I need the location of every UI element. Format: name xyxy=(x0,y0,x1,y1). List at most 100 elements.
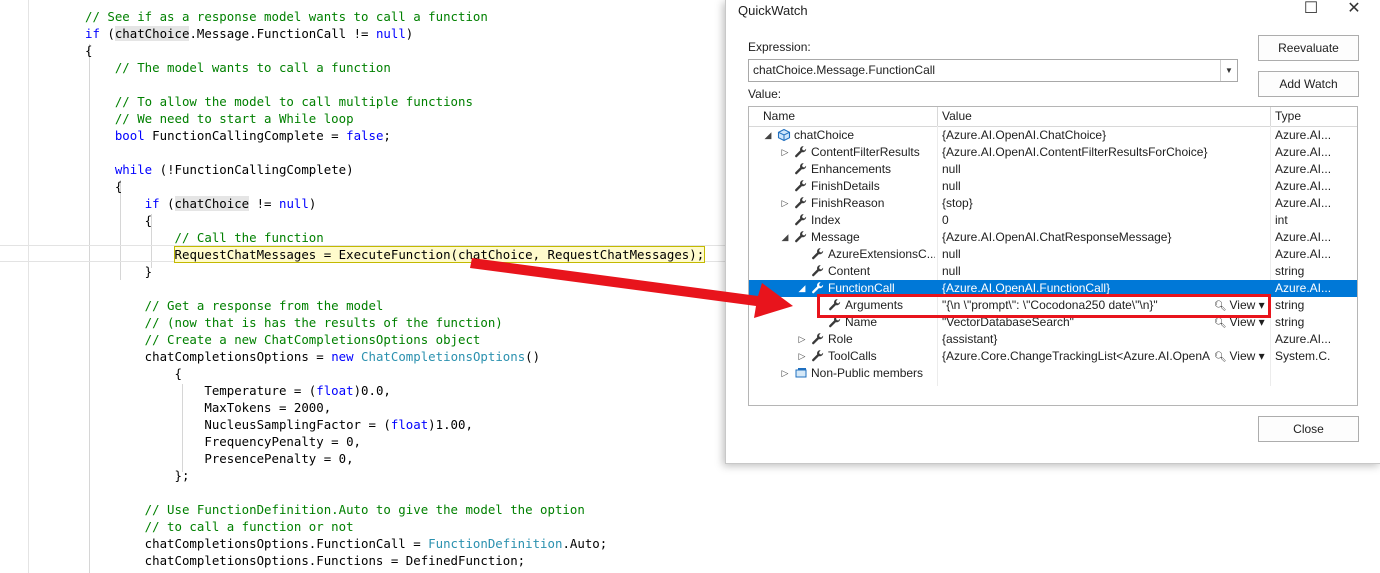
maximize-icon[interactable]: ☐ xyxy=(1291,0,1331,20)
code-line[interactable]: // (now that is has the results of the f… xyxy=(85,314,503,331)
row-name: Content xyxy=(828,264,871,278)
chevron-down-icon[interactable]: ▾ xyxy=(1255,349,1265,363)
row-value[interactable]: null xyxy=(942,264,1272,279)
code-line[interactable]: // Call the function xyxy=(85,229,324,246)
code-line[interactable]: { xyxy=(85,178,122,195)
watch-row[interactable]: ◢ chatChoice {Azure.AI.OpenAI.ChatChoice} A… xyxy=(749,127,1357,144)
code-line[interactable]: }; xyxy=(85,467,190,484)
code-line[interactable]: // to call a function or not xyxy=(85,518,354,535)
code-line[interactable]: MaxTokens = 2000, xyxy=(85,399,331,416)
code-line[interactable]: // To allow the model to call multiple f… xyxy=(85,93,473,110)
expand-arrow-icon[interactable]: ▷ xyxy=(780,196,790,211)
row-value[interactable]: {stop} xyxy=(942,196,1272,211)
wrench-icon xyxy=(811,264,825,278)
row-type: string xyxy=(1275,264,1305,278)
column-header-name[interactable]: Name xyxy=(763,109,795,123)
row-value[interactable]: 0 xyxy=(942,213,1272,228)
code-token: { xyxy=(85,366,182,381)
view-visualizer-button[interactable]: 🔍︎ View ▾ xyxy=(1214,349,1265,363)
grid-header: Name Value Type xyxy=(749,107,1357,127)
watch-row[interactable]: ▷ ToolCalls {Azure.Core.ChangeTrackingList… xyxy=(749,348,1357,365)
row-type: string xyxy=(1275,298,1305,312)
row-value[interactable]: {assistant} xyxy=(942,332,1272,347)
code-line[interactable]: } xyxy=(85,263,152,280)
code-line[interactable]: bool FunctionCallingComplete = false; xyxy=(85,127,391,144)
watch-row[interactable]: AzureExtensionsC... null Azure.AI.... xyxy=(749,246,1357,263)
code-token: .Auto; xyxy=(562,536,608,551)
code-line[interactable]: if (chatChoice.Message.FunctionCall != n… xyxy=(85,25,413,42)
code-line[interactable]: NucleusSamplingFactor = (float)1.00, xyxy=(85,416,473,433)
watch-row[interactable]: ▷ Non-Public members xyxy=(749,365,1357,382)
collapse-arrow-icon[interactable]: ◢ xyxy=(797,281,807,296)
expand-arrow-icon[interactable]: ▷ xyxy=(780,145,790,160)
watch-row[interactable]: ▷ Role {assistant} Azure.AI.... xyxy=(749,331,1357,348)
code-line[interactable]: FrequencyPenalty = 0, xyxy=(85,433,361,450)
code-line[interactable]: Temperature = (float)0.0, xyxy=(85,382,391,399)
row-value[interactable]: {Azure.AI.OpenAI.ChatChoice} xyxy=(942,128,1272,143)
code-line[interactable]: chatCompletionsOptions.Functions = Defin… xyxy=(85,552,525,569)
row-type: int xyxy=(1275,213,1288,227)
close-button[interactable]: Close xyxy=(1258,416,1359,442)
row-value[interactable]: null xyxy=(942,179,1272,194)
watch-row[interactable]: FinishDetails null Azure.AI.... xyxy=(749,178,1357,195)
object-icon xyxy=(777,128,791,142)
chevron-down-icon[interactable]: ▼ xyxy=(1220,60,1237,81)
code-line[interactable]: // See if as a response model wants to c… xyxy=(85,8,488,25)
code-token: // Call the function xyxy=(85,230,324,245)
collapse-arrow-icon[interactable]: ◢ xyxy=(780,230,790,245)
code-token: { xyxy=(85,179,123,194)
code-line[interactable]: while (!FunctionCallingComplete) xyxy=(85,161,354,178)
code-token: PresencePenalty = 0, xyxy=(85,451,354,466)
code-line[interactable]: chatCompletionsOptions = new ChatComplet… xyxy=(85,348,540,365)
code-line[interactable]: chatCompletionsOptions.FunctionCall = Fu… xyxy=(85,535,608,552)
expression-input[interactable]: chatChoice.Message.FunctionCall ▼ xyxy=(748,59,1238,82)
code-line[interactable]: PresencePenalty = 0, xyxy=(85,450,354,467)
code-token: () xyxy=(525,349,541,364)
watch-row[interactable]: Index 0 int xyxy=(749,212,1357,229)
expand-arrow-icon[interactable]: ▷ xyxy=(797,332,807,347)
code-token: chatCompletionsOptions.FunctionCall = xyxy=(85,536,429,551)
code-line[interactable]: // Create a new ChatCompletionsOptions o… xyxy=(85,331,481,348)
reevaluate-button[interactable]: Reevaluate xyxy=(1258,35,1359,61)
row-value[interactable]: {Azure.AI.OpenAI.ChatResponseMessage} xyxy=(942,230,1272,245)
watch-row[interactable]: Content null string xyxy=(749,263,1357,280)
expand-arrow-icon[interactable]: ▷ xyxy=(780,366,790,381)
code-line[interactable]: // Use FunctionDefinition.Auto to give t… xyxy=(85,501,585,518)
row-type: Azure.AI.... xyxy=(1275,332,1331,346)
watch-row[interactable]: Enhancements null Azure.AI.... xyxy=(749,161,1357,178)
code-line[interactable]: // The model wants to call a function xyxy=(85,59,391,76)
collapse-arrow-icon[interactable]: ◢ xyxy=(763,128,773,143)
row-value[interactable]: null xyxy=(942,247,1272,262)
code-token: chatChoice xyxy=(174,196,250,211)
column-divider[interactable] xyxy=(937,107,938,126)
close-icon[interactable]: ✕ xyxy=(1334,0,1374,20)
code-line[interactable]: if (chatChoice != null) xyxy=(85,195,316,212)
code-line[interactable]: { xyxy=(85,42,92,59)
code-line[interactable]: // We need to start a While loop xyxy=(85,110,354,127)
watch-row[interactable]: ▷ FinishReason {stop} Azure.AI.... xyxy=(749,195,1357,212)
watch-row[interactable]: ◢ Message {Azure.AI.OpenAI.ChatResponseMes… xyxy=(749,229,1357,246)
value-label: Value: xyxy=(748,87,782,101)
wrench-icon xyxy=(794,162,808,176)
column-header-type[interactable]: Type xyxy=(1275,109,1301,123)
code-line[interactable]: RequestChatMessages = ExecuteFunction(ch… xyxy=(85,246,706,263)
code-token: // We need to start a While loop xyxy=(85,111,354,126)
row-value[interactable]: {Azure.Core.ChangeTrackingList<Azure.AI.… xyxy=(942,349,1210,364)
expression-value[interactable]: chatChoice.Message.FunctionCall xyxy=(753,63,935,77)
row-value[interactable]: {Azure.AI.OpenAI.ContentFilterResultsFor… xyxy=(942,145,1272,160)
code-line[interactable]: { xyxy=(85,365,182,382)
code-token: ) xyxy=(405,26,414,41)
code-line[interactable]: // Get a response from the model xyxy=(85,297,384,314)
code-token: { xyxy=(85,43,93,58)
column-header-value[interactable]: Value xyxy=(942,109,972,123)
row-value[interactable]: null xyxy=(942,162,1272,177)
watch-grid[interactable]: Name Value Type ◢ chatChoice {Azure.AI.Ope… xyxy=(748,106,1358,406)
add-watch-button[interactable]: Add Watch xyxy=(1258,71,1359,97)
watch-row[interactable]: ▷ ContentFilterResults {Azure.AI.OpenAI.Co… xyxy=(749,144,1357,161)
expand-arrow-icon[interactable]: ▷ xyxy=(797,349,807,364)
code-token: NucleusSamplingFactor = ( xyxy=(85,417,391,432)
code-line[interactable]: { xyxy=(85,212,152,229)
magnifier-icon: 🔍︎ xyxy=(1214,352,1230,363)
column-divider[interactable] xyxy=(1270,107,1271,126)
code-token: // Create a new ChatCompletionsOptions o… xyxy=(85,332,481,347)
